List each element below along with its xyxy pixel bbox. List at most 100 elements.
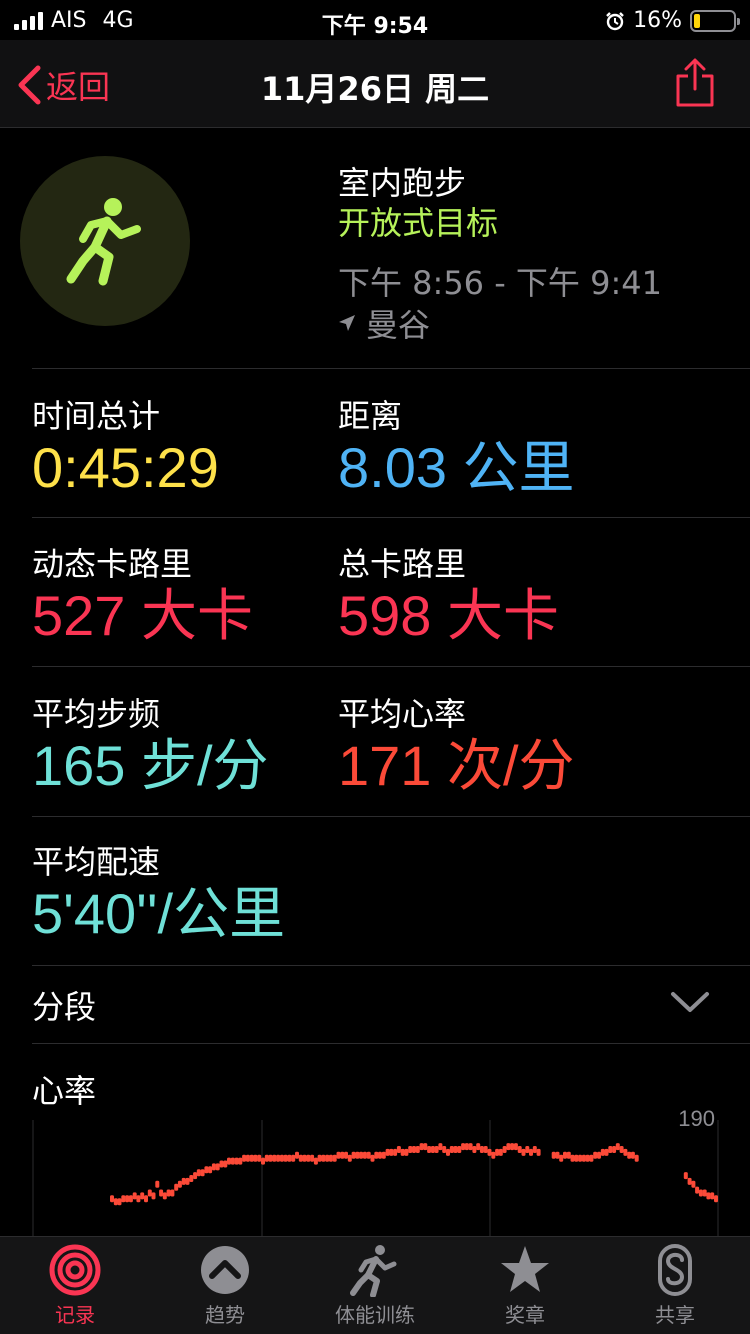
heart-rate-point [555,1151,560,1159]
heart-rate-point [570,1154,575,1162]
heart-rate-point [574,1154,579,1162]
heart-rate-point [325,1154,330,1162]
metric-distance: 距离 8.03 公里 [338,396,575,500]
metric-total-calories: 总卡路里 598 大卡 [338,544,559,648]
heart-rate-point [449,1146,454,1153]
heart-rate-point [464,1143,469,1151]
activity-rings-icon [49,1244,101,1296]
heart-rate-point [710,1192,715,1200]
heart-rate-point [264,1154,269,1162]
heart-rate-point [683,1172,688,1180]
heart-rate-point [691,1180,696,1188]
heart-rate-point [419,1143,424,1151]
tab-label: 记录 [55,1303,95,1327]
battery-percent: 16% [633,8,682,33]
metric-label: 动态卡路里 [32,545,193,583]
metric-label: 距离 [338,397,403,435]
heart-rate-point [355,1151,360,1159]
tab-records[interactable]: 记录 [0,1243,150,1328]
heart-rate-point [162,1192,167,1200]
navigation-bar: 返回 11月26日 周二 [0,40,750,128]
segments-row[interactable]: 分段 [32,982,96,1028]
heart-rate-point [593,1151,598,1159]
share-icon [676,58,714,107]
heart-rate-point [151,1192,156,1200]
tab-trends[interactable]: 趋势 [150,1243,300,1328]
workout-type-badge [20,156,190,326]
metric-total-time: 时间总计 0:45:29 [32,396,219,500]
heart-rate-point [208,1166,213,1174]
heart-rate-point [310,1154,315,1162]
metric-avg-heart-rate: 平均心率 171 次/分 [338,694,575,798]
metric-avg-cadence: 平均步频 165 步/分 [32,694,269,798]
heart-rate-point [121,1195,126,1203]
metric-label: 时间总计 [32,397,161,435]
heart-rate-point [196,1169,201,1177]
running-figure-icon [66,198,141,286]
metric-value: 5'40''/公里 [32,882,286,945]
heart-rate-point [566,1151,571,1159]
heart-rate-point [404,1148,409,1156]
heart-rate-point [317,1154,322,1162]
heart-rate-point [238,1157,243,1165]
heart-rate-points [110,1143,718,1206]
heart-rate-point [415,1146,420,1153]
metric-label: 总卡路里 [338,545,467,583]
heart-rate-point [702,1189,707,1197]
heart-rate-point [332,1154,337,1162]
heart-rate-point [442,1146,447,1153]
trends-chevron-icon [201,1246,249,1294]
metric-label: 平均配速 [32,843,161,881]
y-tick-label: 190 [678,1106,715,1131]
sharing-icon [658,1244,692,1296]
share-button[interactable] [674,58,716,112]
divider [32,965,750,966]
heart-rate-point [412,1146,416,1153]
heart-rate-point [627,1151,632,1159]
heart-rate-point [113,1198,118,1206]
heart-rate-point [491,1151,496,1159]
tab-awards[interactable]: 奖章 [450,1243,600,1328]
heart-rate-point [302,1154,307,1162]
workout-location: 曼谷 [338,300,430,346]
heart-rate-point [706,1192,711,1200]
heart-rate-point [223,1160,228,1168]
heart-rate-point [313,1157,318,1165]
tab-sharing[interactable]: 共享 [600,1243,750,1328]
heart-rate-point [506,1143,511,1151]
heart-rate-point [336,1151,341,1159]
heart-rate-point [714,1195,718,1203]
heart-rate-point [204,1166,209,1174]
heart-rate-point [438,1143,443,1151]
divider [32,816,750,817]
heart-rate-point [340,1151,345,1159]
tab-label: 奖章 [505,1303,545,1327]
heart-rate-point [344,1151,348,1159]
status-bar: AIS 4G 下午 9:54 16% [0,0,750,40]
heart-rate-point [687,1177,692,1185]
heart-rate-point [306,1154,311,1162]
metric-value: 171 次/分 [338,734,575,797]
heart-rate-point [125,1195,130,1203]
heart-rate-point [453,1146,458,1153]
divider [32,517,750,518]
heart-rate-point [479,1146,484,1153]
heart-rate-point [698,1189,703,1197]
heart-rate-point [185,1177,190,1185]
heart-rate-point [563,1151,567,1159]
heart-rate-point [423,1143,428,1151]
chevron-down-icon[interactable] [670,990,710,1014]
heart-rate-point [128,1195,133,1203]
heart-rate-point [230,1157,235,1165]
metric-label: 平均心率 [338,695,467,733]
heart-rate-point [268,1154,273,1162]
divider [32,1043,750,1044]
heart-rate-point [272,1154,277,1162]
heart-rate-point [502,1146,507,1153]
tab-workouts[interactable]: 体能训练 [300,1243,450,1328]
heart-rate-point [359,1151,364,1159]
heart-rate-point [597,1151,601,1159]
heart-rate-point [140,1192,145,1200]
heart-rate-point [378,1151,382,1159]
heart-rate-point [283,1154,288,1162]
